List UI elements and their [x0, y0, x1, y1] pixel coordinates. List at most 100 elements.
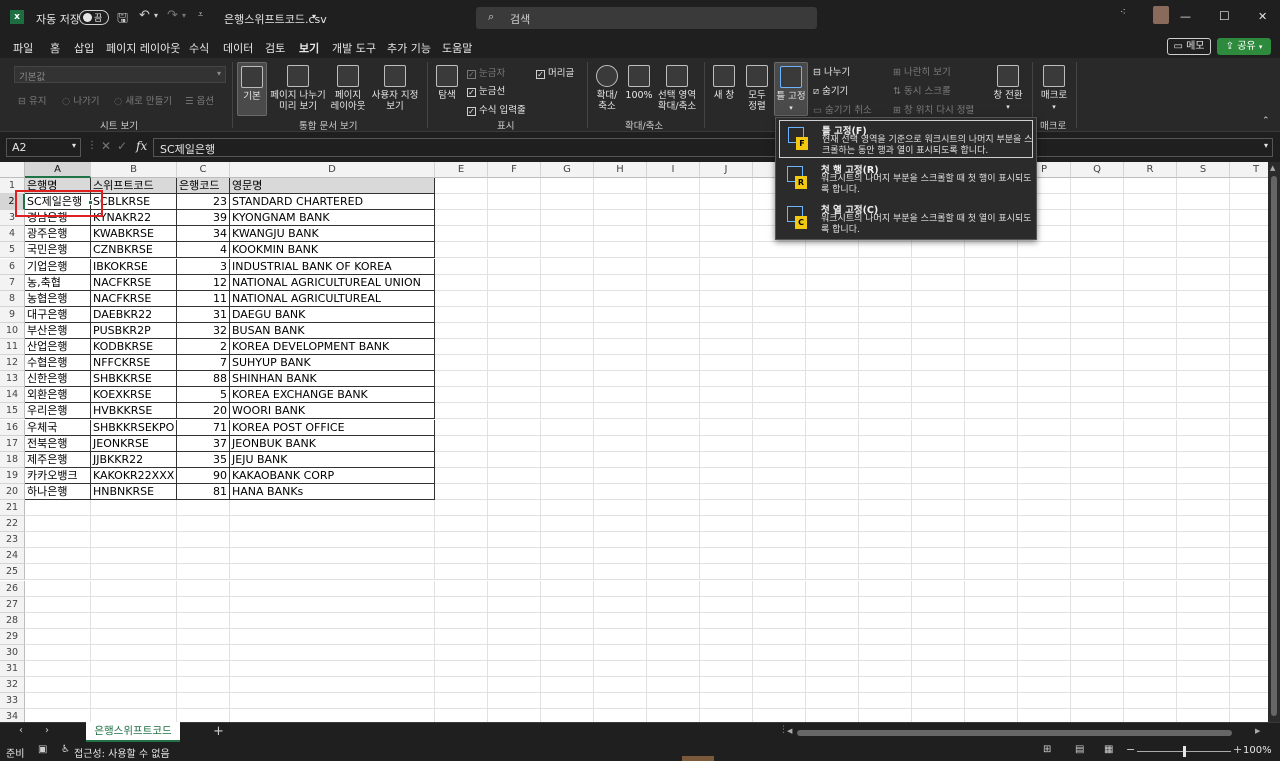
- row-header[interactable]: 33: [0, 693, 25, 710]
- grid-cell[interactable]: [1177, 306, 1230, 323]
- grid-cell[interactable]: [594, 371, 647, 388]
- grid-cell[interactable]: [912, 467, 965, 484]
- grid-cell[interactable]: [1018, 516, 1071, 533]
- grid-cell[interactable]: [1177, 403, 1230, 420]
- fill-handle[interactable]: [88, 200, 93, 205]
- grid-cell[interactable]: [541, 709, 594, 722]
- grid-cell[interactable]: [435, 467, 488, 484]
- column-header[interactable]: B: [91, 162, 177, 178]
- search-box[interactable]: ⌕ 검색: [476, 7, 817, 29]
- grid-cell[interactable]: [912, 242, 965, 259]
- split-button[interactable]: ⊟ 나누기: [813, 64, 850, 78]
- grid-cell[interactable]: [965, 483, 1018, 500]
- grid-cell[interactable]: [1230, 581, 1268, 597]
- grid-cell[interactable]: [647, 258, 700, 275]
- grid-cell[interactable]: [91, 532, 177, 549]
- grid-cell[interactable]: [753, 290, 806, 307]
- table-cell[interactable]: 31: [177, 306, 230, 323]
- grid-cell[interactable]: [912, 548, 965, 565]
- grid-cell[interactable]: [753, 580, 806, 597]
- grid-cell[interactable]: [91, 516, 177, 533]
- row-header[interactable]: 30: [0, 644, 25, 661]
- grid-cell[interactable]: [700, 258, 753, 275]
- grid-cell[interactable]: [1071, 500, 1124, 516]
- grid-cell[interactable]: [488, 500, 541, 516]
- grid-cell[interactable]: [859, 596, 912, 613]
- column-header[interactable]: A: [25, 162, 91, 178]
- grid-cell[interactable]: [700, 483, 753, 500]
- formula-bar-checkbox[interactable]: ✓ 수식 입력줄: [467, 102, 526, 116]
- grid-cell[interactable]: [91, 693, 177, 710]
- grid-cell[interactable]: [177, 580, 230, 597]
- prev-sheet-icon[interactable]: ‹: [19, 725, 23, 736]
- redo-icon[interactable]: ↷: [167, 8, 178, 23]
- grid-cell[interactable]: [1124, 532, 1177, 549]
- page-layout-button[interactable]: 페이지 레이아웃: [330, 65, 366, 112]
- grid-cell[interactable]: [177, 661, 230, 677]
- normal-view-button[interactable]: 기본: [237, 62, 267, 116]
- grid-cell[interactable]: [806, 290, 859, 307]
- grid-cell[interactable]: [1124, 242, 1177, 259]
- grid-cell[interactable]: [912, 290, 965, 307]
- grid-cell[interactable]: [488, 661, 541, 677]
- grid-cell[interactable]: [177, 596, 230, 613]
- grid-cell[interactable]: [806, 355, 859, 372]
- grid-cell[interactable]: [1230, 500, 1268, 516]
- grid-cell[interactable]: [1124, 355, 1177, 372]
- grid-cell[interactable]: [912, 580, 965, 597]
- grid-cell[interactable]: [488, 451, 541, 468]
- grid-cell[interactable]: [965, 628, 1018, 645]
- grid-cell[interactable]: [177, 548, 230, 565]
- grid-cell[interactable]: [1124, 500, 1177, 516]
- grid-cell[interactable]: [541, 355, 594, 372]
- grid-cell[interactable]: [541, 580, 594, 597]
- grid-cell[interactable]: [488, 290, 541, 307]
- table-cell[interactable]: KAKOKR22XXX: [91, 467, 177, 484]
- grid-cell[interactable]: [806, 661, 859, 677]
- share-button[interactable]: ⇪ 공유 ▾: [1217, 38, 1271, 55]
- grid-cell[interactable]: [1230, 355, 1268, 372]
- grid-cell[interactable]: [806, 483, 859, 500]
- column-header[interactable]: S: [1177, 162, 1230, 178]
- grid-cell[interactable]: [541, 516, 594, 533]
- column-header[interactable]: T: [1230, 162, 1268, 178]
- grid-cell[interactable]: [488, 483, 541, 500]
- grid-cell[interactable]: [753, 532, 806, 549]
- grid-cell[interactable]: [912, 322, 965, 339]
- row-header[interactable]: 17: [0, 435, 25, 452]
- grid-cell[interactable]: [647, 387, 700, 404]
- grid-cell[interactable]: [91, 580, 177, 597]
- grid-cell[interactable]: [488, 532, 541, 549]
- grid-cell[interactable]: [753, 306, 806, 323]
- grid-cell[interactable]: [806, 451, 859, 468]
- grid-cell[interactable]: [488, 467, 541, 484]
- scroll-up-icon[interactable]: ▲: [1270, 164, 1275, 172]
- grid-cell[interactable]: [700, 339, 753, 355]
- grid-cell[interactable]: [859, 451, 912, 468]
- grid-cell[interactable]: [91, 661, 177, 677]
- table-cell[interactable]: 12: [177, 274, 230, 291]
- grid-cell[interactable]: [1177, 178, 1230, 194]
- grid-cell[interactable]: [647, 693, 700, 710]
- grid-cell[interactable]: [912, 709, 965, 722]
- grid-cell[interactable]: [488, 242, 541, 259]
- grid-cell[interactable]: [1230, 387, 1268, 404]
- grid-cell[interactable]: [1230, 468, 1268, 484]
- next-sheet-icon[interactable]: ›: [45, 725, 49, 736]
- grid-cell[interactable]: [435, 306, 488, 323]
- grid-cell[interactable]: [177, 709, 230, 722]
- grid-cell[interactable]: [177, 612, 230, 629]
- grid-cell[interactable]: [435, 532, 488, 549]
- column-header[interactable]: R: [1124, 162, 1177, 178]
- grid-cell[interactable]: [647, 274, 700, 291]
- grid-cell[interactable]: [177, 693, 230, 710]
- grid-cell[interactable]: [594, 226, 647, 243]
- grid-cell[interactable]: [753, 242, 806, 259]
- grid-cell[interactable]: [594, 306, 647, 323]
- grid-cell[interactable]: [1230, 226, 1268, 243]
- grid-cell[interactable]: [1071, 258, 1124, 275]
- headings-checkbox[interactable]: ✓ 머리글: [536, 65, 574, 79]
- grid-cell[interactable]: [594, 548, 647, 565]
- grid-cell[interactable]: [1071, 451, 1124, 468]
- grid-cell[interactable]: [594, 290, 647, 307]
